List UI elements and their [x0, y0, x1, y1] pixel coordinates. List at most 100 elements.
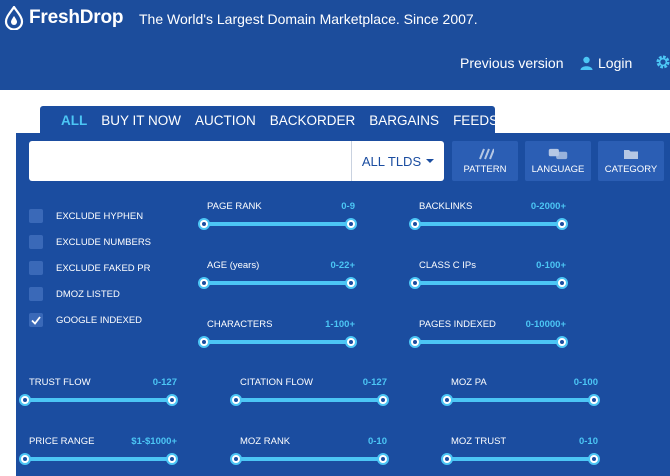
slider-max-handle[interactable] [556, 218, 568, 230]
slider-max-handle[interactable] [588, 394, 600, 406]
language-label: LANGUAGE [531, 163, 585, 175]
slider-label-citation-flow: CITATION FLOW [240, 377, 314, 388]
slider-value-moz-trust: 0-10 [578, 436, 598, 447]
slider-label-pages-indexed: PAGES INDEXED [419, 319, 496, 330]
checkbox-box[interactable] [29, 287, 43, 301]
slider-value-trust-flow: 0-127 [152, 377, 177, 388]
slider-max-handle[interactable] [556, 336, 568, 348]
pattern-button[interactable]: PATTERN [452, 141, 518, 181]
slider-track-citation-flow[interactable] [236, 398, 383, 402]
site-header: FreshDrop The World's Largest Domain Mar… [0, 0, 670, 90]
checkbox-label[interactable]: DMOZ LISTED [56, 289, 120, 300]
slider-label-price-range: PRICE RANGE [29, 436, 95, 447]
slider-min-handle[interactable] [409, 218, 421, 230]
slider-min-handle[interactable] [409, 336, 421, 348]
slider-label-moz-trust: MOZ TRUST [451, 436, 507, 447]
slider-max-handle[interactable] [345, 277, 357, 289]
previous-version-link[interactable]: Previous version [460, 55, 564, 71]
checkbox-exclude-hyphen[interactable]: EXCLUDE HYPHEN [29, 209, 143, 223]
slider-max-handle[interactable] [588, 453, 600, 465]
category-button[interactable]: CATEGORY [598, 141, 664, 181]
slider-min-handle[interactable] [230, 453, 242, 465]
category-label: CATEGORY [604, 163, 658, 175]
tld-dropdown-label: ALL TLDS [361, 153, 422, 169]
slider-track-moz-pa[interactable] [447, 398, 594, 402]
slider-min-handle[interactable] [19, 453, 31, 465]
checkbox-dmoz-listed[interactable]: DMOZ LISTED [29, 287, 120, 301]
user-icon [580, 56, 593, 70]
checkbox-label[interactable]: GOOGLE INDEXED [56, 315, 142, 326]
chevron-down-icon [426, 159, 435, 163]
slider-min-handle[interactable] [409, 277, 421, 289]
logo[interactable]: FreshDrop [4, 6, 123, 30]
pattern-label: PATTERN [463, 163, 507, 175]
checkmark-icon [31, 315, 41, 325]
slider-track-moz-trust[interactable] [447, 457, 594, 461]
slider-max-handle[interactable] [556, 277, 568, 289]
slider-max-handle[interactable] [345, 336, 357, 348]
slider-min-handle[interactable] [198, 277, 210, 289]
category-tabs: ALL BUY IT NOW AUCTION BACKORDER BARGAIN… [40, 106, 512, 134]
tab-feeds-label: FEEDS [453, 112, 499, 128]
language-icon [548, 148, 568, 159]
slider-max-handle[interactable] [166, 453, 178, 465]
slider-min-handle[interactable] [441, 453, 453, 465]
checkbox-label[interactable]: EXCLUDE NUMBERS [56, 237, 151, 248]
slider-label-moz-rank: MOZ RANK [240, 436, 291, 447]
slider-track-trust-flow[interactable] [25, 398, 172, 402]
slider-track-page-rank[interactable] [204, 222, 351, 226]
slider-max-handle[interactable] [377, 394, 389, 406]
slider-value-pages-indexed: 0-10000+ [525, 319, 566, 330]
slider-max-handle[interactable] [166, 394, 178, 406]
checkbox-label[interactable]: EXCLUDE FAKED PR [56, 263, 151, 274]
folder-icon [624, 149, 638, 159]
tab-buy-it-now[interactable]: BUY IT NOW [101, 113, 181, 128]
tab-backorder[interactable]: BACKORDER [270, 113, 356, 128]
checkbox-exclude-faked-pr[interactable]: EXCLUDE FAKED PR [29, 261, 151, 275]
slider-label-characters: CHARACTERS [207, 319, 273, 330]
slider-label-trust-flow: TRUST FLOW [29, 377, 91, 388]
checkbox-label[interactable]: EXCLUDE HYPHEN [56, 211, 143, 222]
slider-min-handle[interactable] [441, 394, 453, 406]
slider-min-handle[interactable] [19, 394, 31, 406]
drop-logo-icon [4, 6, 24, 30]
slider-label-age: AGE (years) [207, 260, 260, 271]
tab-all[interactable]: ALL [61, 113, 87, 128]
tld-dropdown[interactable]: ALL TLDS [351, 141, 444, 181]
search-panel [16, 133, 670, 476]
tab-bargains[interactable]: BARGAINS [369, 113, 439, 128]
slider-track-moz-rank[interactable] [236, 457, 383, 461]
brand-name: FreshDrop [29, 7, 124, 28]
slider-max-handle[interactable] [377, 453, 389, 465]
tagline: The World's Largest Domain Marketplace. … [139, 11, 478, 27]
slider-min-handle[interactable] [198, 218, 210, 230]
login-label: Login [598, 55, 633, 71]
slider-track-class-c-ips[interactable] [415, 281, 562, 285]
checkbox-box[interactable] [29, 313, 43, 327]
tab-feeds[interactable]: FEEDS [453, 112, 512, 128]
checkbox-box[interactable] [29, 261, 43, 275]
slider-track-backlinks[interactable] [415, 222, 562, 226]
slider-value-backlinks: 0-2000+ [530, 201, 566, 212]
slider-track-age[interactable] [204, 281, 351, 285]
slider-min-handle[interactable] [230, 394, 242, 406]
slider-min-handle[interactable] [198, 336, 210, 348]
language-button[interactable]: LANGUAGE [525, 141, 591, 181]
slider-track-price-range[interactable] [25, 457, 172, 461]
checkbox-exclude-numbers[interactable]: EXCLUDE NUMBERS [29, 235, 151, 249]
pattern-icon [479, 148, 494, 159]
slider-value-age: 0-22+ [330, 260, 355, 271]
slider-track-characters[interactable] [204, 340, 351, 344]
slider-track-pages-indexed[interactable] [415, 340, 562, 344]
slider-value-price-range: $1-$1000+ [131, 436, 177, 447]
checkbox-box[interactable] [29, 235, 43, 249]
tab-auction[interactable]: AUCTION [195, 113, 256, 128]
chevron-down-icon [503, 118, 512, 123]
slider-label-backlinks: BACKLINKS [419, 201, 473, 212]
checkbox-box[interactable] [29, 209, 43, 223]
login-link[interactable]: Login [580, 55, 632, 71]
checkbox-google-indexed[interactable]: GOOGLE INDEXED [29, 313, 142, 327]
domain-search-input[interactable] [29, 141, 351, 181]
slider-max-handle[interactable] [345, 218, 357, 230]
gear-icon[interactable] [655, 54, 670, 70]
